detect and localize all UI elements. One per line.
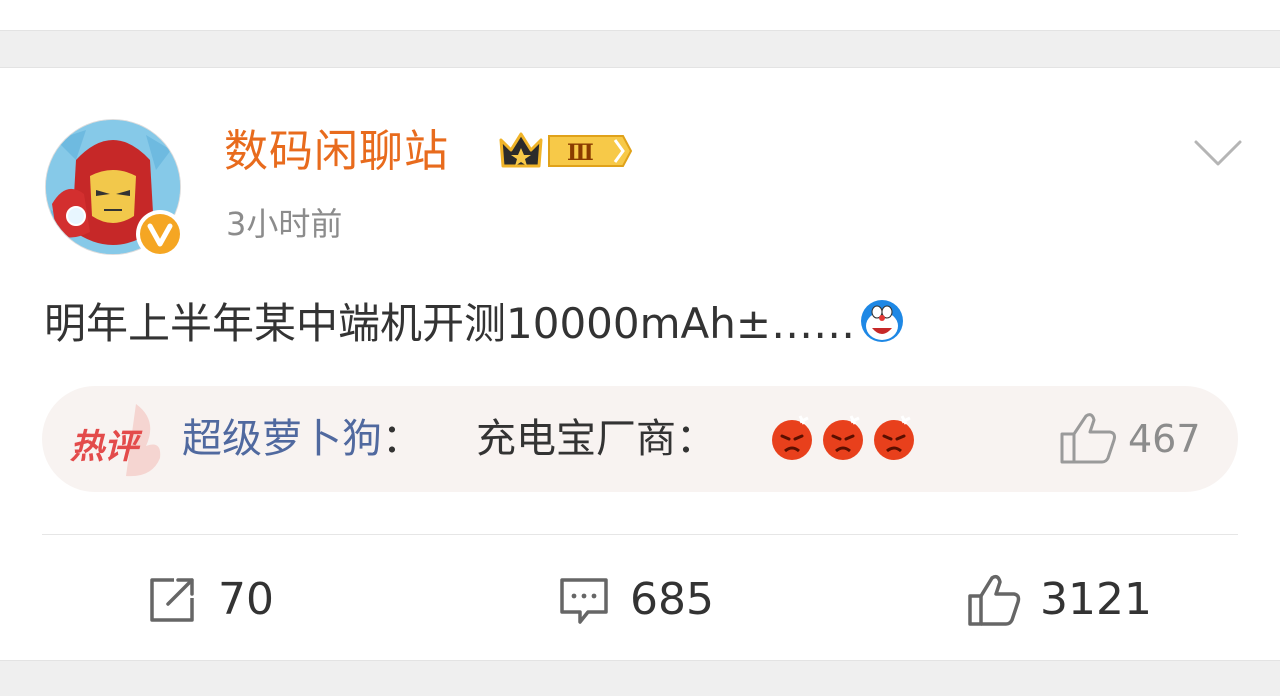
- comment-count: 685: [630, 574, 714, 625]
- divider: [42, 534, 1238, 535]
- comment-button[interactable]: 685: [556, 570, 714, 630]
- feed-separator-bottom: [0, 660, 1280, 696]
- hot-comment-emojis: [770, 414, 918, 462]
- post-time: 3小时前: [226, 205, 343, 243]
- share-icon: [144, 572, 200, 628]
- post-text: 明年上半年某中端机开测10000mAh±……: [44, 299, 856, 348]
- chevron-down-icon[interactable]: [1190, 132, 1246, 172]
- post-author-name[interactable]: 数码闲聊站: [224, 124, 449, 180]
- hot-comment-tag-icon: 热评: [66, 400, 166, 480]
- comment-icon: [556, 572, 612, 628]
- vip-crown-badge-icon[interactable]: Ⅲ: [497, 126, 633, 176]
- thumbs-up-icon[interactable]: [1058, 410, 1118, 466]
- hot-comment-like-count: 467: [1128, 417, 1201, 461]
- hot-comment-text: 充电宝厂商：: [476, 416, 716, 462]
- thumbs-up-icon: [966, 572, 1022, 628]
- hot-tag-label: 热评: [70, 427, 143, 467]
- repost-count: 70: [218, 574, 274, 625]
- angry-emoji-icon: [770, 414, 814, 462]
- angry-emoji-icon: [872, 414, 916, 462]
- repost-button[interactable]: 70: [144, 570, 274, 630]
- verified-badge-icon: [134, 208, 186, 260]
- hot-comment-separator: ：: [382, 416, 422, 462]
- doraemon-emoji-icon: [859, 298, 905, 344]
- vip-level-label: Ⅲ: [567, 140, 594, 166]
- status-area: [0, 0, 1280, 30]
- like-count: 3121: [1040, 574, 1152, 625]
- hot-comment-user[interactable]: 超级萝卜狗：: [182, 412, 422, 466]
- hot-comment-username[interactable]: 超级萝卜狗: [182, 416, 382, 462]
- like-button[interactable]: 3121: [966, 570, 1152, 630]
- feed-separator-top: [0, 30, 1280, 68]
- post-content[interactable]: 明年上半年某中端机开测10000mAh±……: [44, 296, 905, 352]
- angry-emoji-icon: [821, 414, 865, 462]
- hot-comment[interactable]: 热评 超级萝卜狗： 充电宝厂商： 467: [42, 386, 1238, 492]
